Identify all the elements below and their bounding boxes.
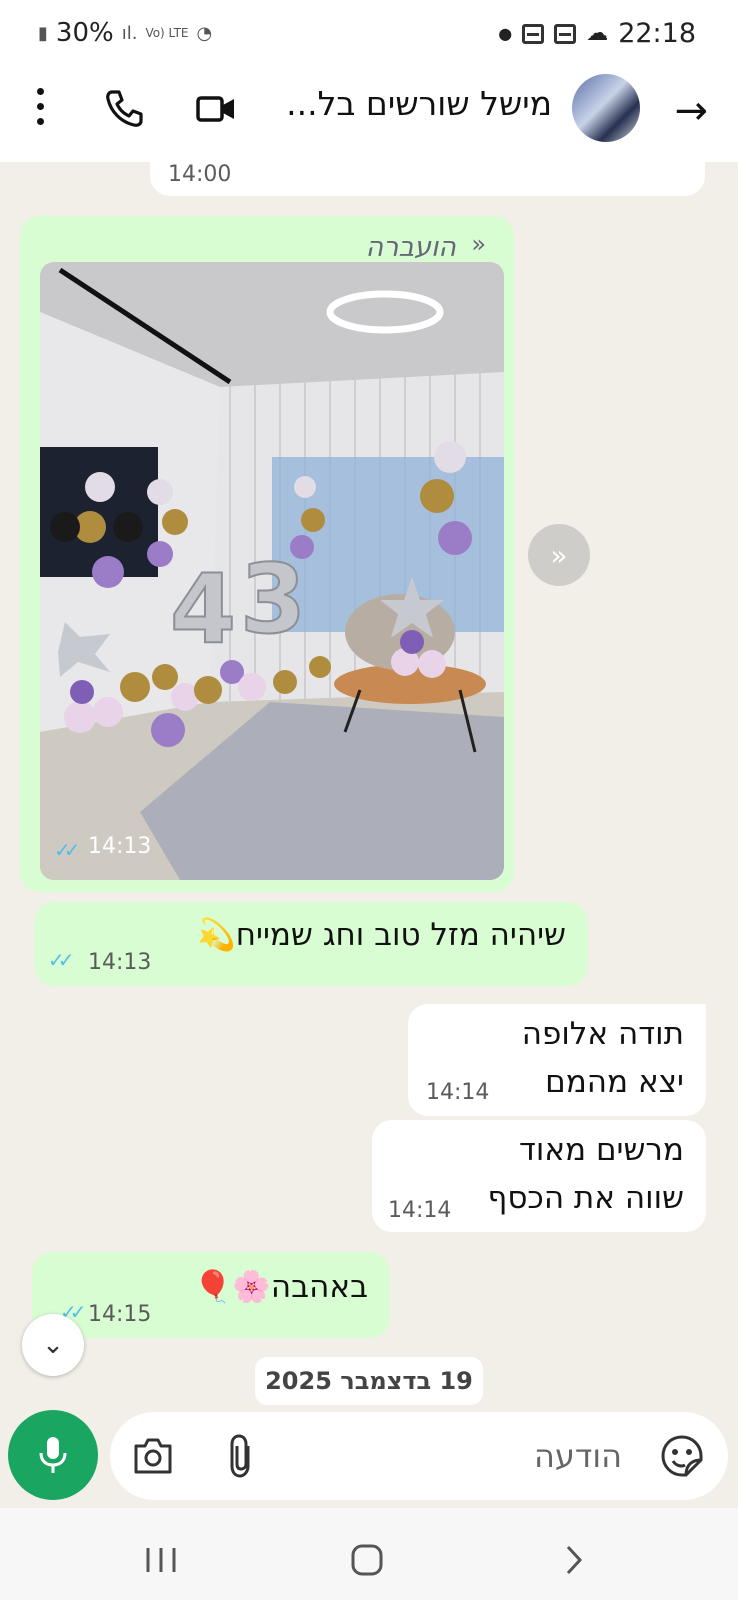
message-text-line1: תודה אלופה: [521, 1016, 684, 1052]
system-navigation-bar: [0, 1508, 738, 1600]
photo-illustration: 4 3: [40, 262, 504, 880]
home-icon[interactable]: [351, 1544, 383, 1576]
back-nav-icon[interactable]: [564, 1544, 584, 1576]
voice-record-button[interactable]: [8, 1410, 98, 1500]
message-time: 14:13: [88, 834, 152, 859]
message-text: שיהיה מזל טוב וחג שמייח💫: [197, 917, 566, 953]
message-time: 14:14: [388, 1198, 452, 1223]
message-input[interactable]: [240, 1430, 624, 1482]
battery-icon: ▮: [38, 22, 48, 44]
read-receipt-icon: ✓✓: [48, 948, 74, 972]
message-bubble-outgoing[interactable]: שיהיה מזל טוב וחג שמייח💫 ✓✓ 14:13: [34, 902, 588, 986]
message-time: 14:13: [88, 950, 152, 975]
volte-label: Vo) LTE: [145, 26, 189, 40]
message-text: באהבה🌸🎈: [193, 1269, 368, 1305]
message-time: 14:00: [168, 162, 232, 187]
read-receipt-icon: ✓✓: [54, 838, 80, 862]
svg-text:4: 4: [170, 555, 236, 665]
video-call-icon[interactable]: [196, 94, 236, 124]
camera-icon[interactable]: [132, 1436, 174, 1476]
message-time: 14:14: [426, 1080, 490, 1105]
chat-header: → מישל שורשים בל...: [0, 70, 738, 162]
status-bar: ▮ 30% ıl. Vo) LTE ◔ ● ☁ 22:18: [0, 0, 738, 70]
gallery-notification-icon: [522, 23, 545, 44]
party-photo[interactable]: 4 3 ✓✓ 14:13: [40, 262, 504, 880]
recent-apps-icon[interactable]: [144, 1546, 178, 1574]
message-bubble-outgoing[interactable]: באהבה🌸🎈 ✓✓ 14:15: [32, 1252, 390, 1338]
notification-dot-icon: ●: [498, 24, 513, 43]
message-bubble-previous[interactable]: 14:00: [150, 150, 705, 196]
message-text-line2: שווה את הכסף: [487, 1180, 684, 1216]
chat-title[interactable]: מישל שורשים בל...: [286, 84, 552, 123]
cloud-icon: ☁: [586, 21, 609, 46]
message-bubble-incoming[interactable]: מרשים מאוד שווה את הכסף 14:14: [372, 1120, 706, 1232]
message-text-line2: יצא מהמם: [545, 1064, 684, 1100]
svg-text:3: 3: [240, 545, 306, 655]
gallery-notification-icon-2: [554, 23, 577, 44]
sticker-icon[interactable]: [660, 1434, 704, 1478]
forward-button-icon[interactable]: »: [528, 524, 590, 586]
clock: 22:18: [618, 18, 696, 49]
signal-icon: ıl.: [121, 22, 138, 44]
forwarded-label: הועברה: [365, 232, 456, 263]
forwarded-photo-message[interactable]: הועברה » 4 3 ✓✓ 14:13: [20, 216, 514, 892]
back-arrow-icon[interactable]: →: [674, 88, 708, 134]
message-time: 14:15: [88, 1302, 152, 1327]
microphone-icon: [39, 1437, 67, 1473]
date-divider: 19 בדצמבר 2025: [255, 1357, 483, 1405]
avatar[interactable]: [572, 74, 640, 142]
voice-call-icon[interactable]: [104, 88, 144, 128]
more-options-icon[interactable]: [34, 88, 46, 128]
wifi-icon: ◔: [196, 22, 213, 44]
scroll-to-bottom-button[interactable]: ⌄: [22, 1314, 84, 1376]
message-composer: [110, 1412, 728, 1500]
message-text-line1: מרשים מאוד: [518, 1132, 684, 1168]
forwarded-icon: »: [471, 230, 486, 258]
message-bubble-incoming[interactable]: תודה אלופה יצא מהמם 14:14: [408, 1004, 706, 1116]
battery-percent: 30%: [55, 18, 114, 48]
double-chevron-down-icon: ⌄: [42, 1330, 64, 1360]
